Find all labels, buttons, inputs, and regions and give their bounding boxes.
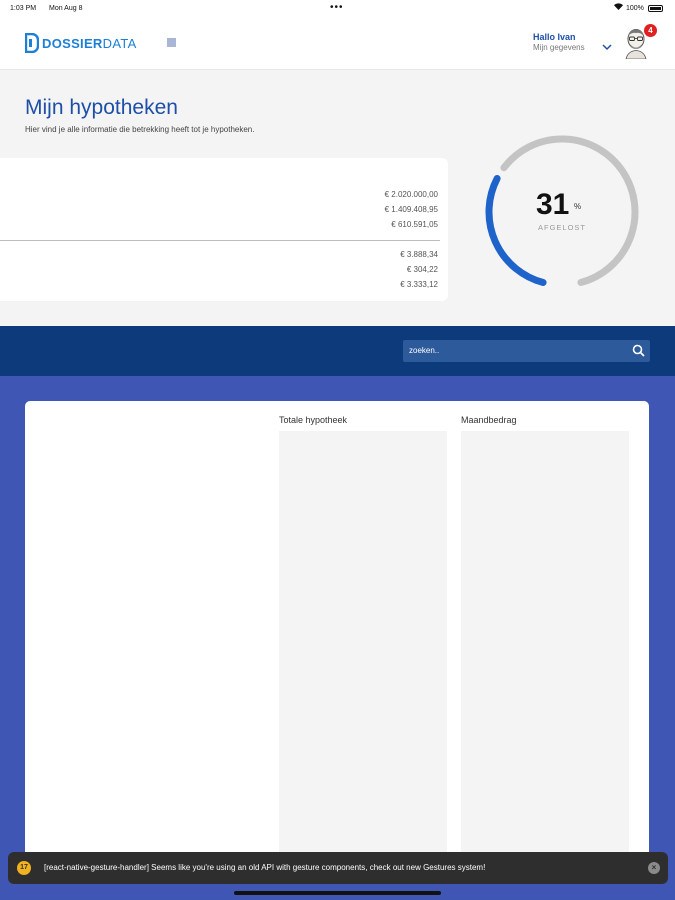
monthly-part-3: € 3.333,12 <box>400 280 438 289</box>
search-icon[interactable] <box>632 344 645 362</box>
logo-mark-icon <box>25 33 39 53</box>
amount-paid: € 1.409.408,95 <box>384 205 438 214</box>
home-indicator[interactable] <box>234 891 441 895</box>
column-header-monthly: Maandbedrag <box>461 415 517 425</box>
search-input[interactable]: zoeken.. <box>403 340 650 362</box>
column-monthly-body <box>461 431 629 861</box>
gauge-value: 31 <box>536 188 570 221</box>
wifi-icon <box>614 3 623 12</box>
user-menu[interactable]: Hallo Ivan Mijn gegevens <box>533 32 585 52</box>
mortgage-summary-card: € 2.020.000,00 € 1.409.408,95 € 610.591,… <box>0 158 448 301</box>
amount-remaining: € 610.591,05 <box>391 220 438 229</box>
status-time: 1:03 PM <box>10 5 37 12</box>
logo-text-data: DATA <box>102 35 137 51</box>
greeting-text: Hallo Ivan <box>533 32 576 42</box>
amount-total: € 2.020.000,00 <box>384 190 438 199</box>
gauge-progress <box>485 175 547 287</box>
page-title: Mijn hypotheken <box>25 96 178 119</box>
status-date: Mon Aug 8 <box>49 5 83 12</box>
dossierdata-logo[interactable]: DOSSIER DATA <box>25 32 137 54</box>
battery-icon <box>648 5 663 12</box>
app-header: DOSSIER DATA Hallo Ivan Mijn gegevens 4 <box>0 18 675 70</box>
monthly-amount: € 3.888,34 <box>400 250 438 259</box>
gauge-label: AFGELOST <box>538 223 587 232</box>
monthly-part-2: € 304,22 <box>406 265 438 274</box>
summary-divider <box>0 240 440 241</box>
menu-toggle-icon[interactable] <box>167 38 176 47</box>
mortgage-table-panel: Totale hypotheek Maandbedrag <box>25 401 649 861</box>
page-subtitle: Hier vind je alle informatie die betrekk… <box>25 125 255 134</box>
warning-count-badge: 17 <box>17 861 31 875</box>
column-header-total: Totale hypotheek <box>279 415 348 425</box>
column-total-body <box>279 431 447 861</box>
repayment-gauge: 31 % AFGELOST <box>470 120 654 304</box>
logo-text-dossier: DOSSIER <box>42 35 103 51</box>
search-bar-strip: zoeken.. <box>0 326 675 376</box>
chevron-down-icon[interactable] <box>602 38 612 56</box>
battery-percent: 100% <box>626 5 644 12</box>
warning-message: [react-native-gesture-handler] Seems lik… <box>44 863 486 872</box>
notification-badge[interactable]: 4 <box>644 24 657 37</box>
multitasking-dots[interactable]: ••• <box>330 2 344 13</box>
warning-toast[interactable]: 17 [react-native-gesture-handler] Seems … <box>8 852 668 884</box>
close-icon[interactable]: × <box>648 862 660 874</box>
gauge-unit: % <box>574 202 582 211</box>
search-placeholder: zoeken.. <box>409 346 440 355</box>
status-bar: 1:03 PM Mon Aug 8 ••• 100% <box>0 0 675 18</box>
my-details-link[interactable]: Mijn gegevens <box>533 43 585 52</box>
gauge-track <box>500 135 639 287</box>
